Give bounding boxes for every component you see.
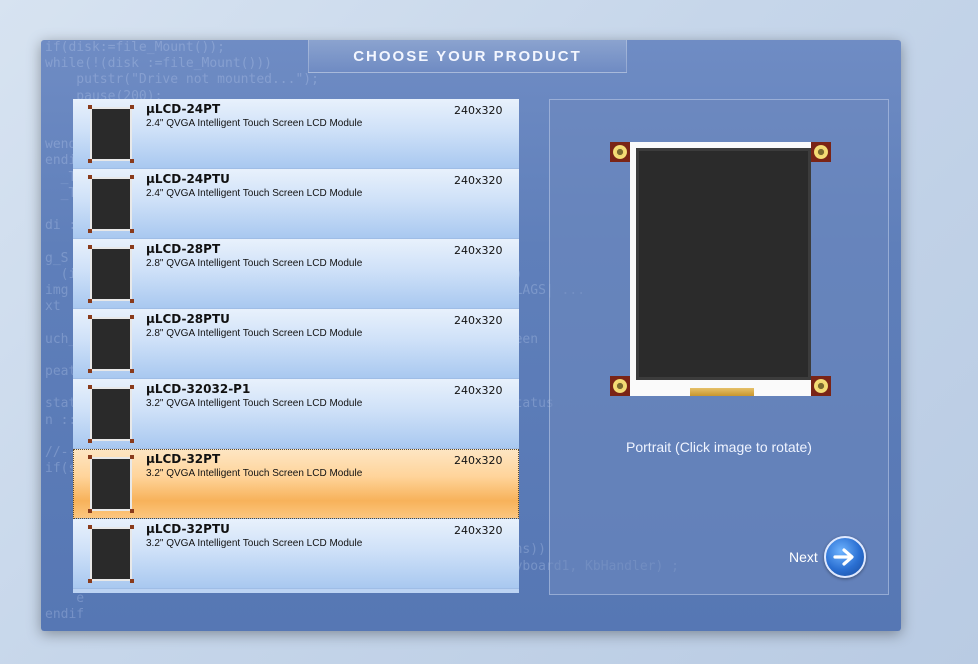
product-description: 2.8" QVGA Intelligent Touch Screen LCD M… xyxy=(146,258,363,269)
mounting-hole-icon xyxy=(610,142,630,162)
mounting-hole-icon xyxy=(811,142,831,162)
product-description: 2.4" QVGA Intelligent Touch Screen LCD M… xyxy=(146,118,363,129)
product-thumbnail xyxy=(88,455,134,513)
next-label: Next xyxy=(789,549,818,565)
product-description: 3.2" QVGA Intelligent Touch Screen LCD M… xyxy=(146,538,363,549)
product-row[interactable]: µLCD-24PTU 2.4" QVGA Intelligent Touch Sc… xyxy=(73,169,519,239)
product-row[interactable]: µLCD-32PTU 3.2" QVGA Intelligent Touch Sc… xyxy=(73,519,519,589)
lcd-screen xyxy=(636,148,811,380)
mounting-hole-icon xyxy=(610,376,630,396)
product-resolution: 240x320 xyxy=(454,314,503,327)
product-name: µLCD-32PTU xyxy=(146,522,230,536)
product-resolution: 240x320 xyxy=(454,454,503,467)
product-thumbnail xyxy=(88,175,134,233)
product-name: µLCD-32PT xyxy=(146,452,221,466)
page-title: CHOOSE YOUR PRODUCT xyxy=(353,47,582,65)
product-description: 3.2" QVGA Intelligent Touch Screen LCD M… xyxy=(146,398,363,409)
product-name: µLCD-24PTU xyxy=(146,172,230,186)
product-row[interactable]: µLCD-32PT 3.2" QVGA Intelligent Touch Scr… xyxy=(73,449,519,519)
product-thumbnail xyxy=(88,105,134,163)
arrow-right-icon xyxy=(823,536,866,578)
product-resolution: 240x320 xyxy=(454,384,503,397)
product-description: 2.4" QVGA Intelligent Touch Screen LCD M… xyxy=(146,188,363,199)
product-row[interactable]: µLCD-28PTU 2.8" QVGA Intelligent Touch Sc… xyxy=(73,309,519,379)
product-name: µLCD-28PTU xyxy=(146,312,230,326)
product-resolution: 240x320 xyxy=(454,174,503,187)
next-button[interactable]: Next xyxy=(789,536,866,578)
product-row[interactable]: µLCD-24PT 2.4" QVGA Intelligent Touch Scr… xyxy=(73,99,519,169)
product-name: µLCD-32032-P1 xyxy=(146,382,251,396)
product-thumbnail xyxy=(88,245,134,303)
product-description: 2.8" QVGA Intelligent Touch Screen LCD M… xyxy=(146,328,363,339)
product-thumbnail xyxy=(88,315,134,373)
lcd-preview-image[interactable] xyxy=(610,138,831,400)
product-row[interactable]: µLCD-32032-P1 3.2" QVGA Intelligent Touch… xyxy=(73,379,519,449)
product-chooser-dialog: if(disk:=file_Mount()); while(!(disk :=f… xyxy=(41,40,901,631)
product-description: 3.2" QVGA Intelligent Touch Screen LCD M… xyxy=(146,468,363,479)
product-resolution: 240x320 xyxy=(454,104,503,117)
product-name: µLCD-24PT xyxy=(146,102,221,116)
product-list[interactable]: µLCD-24PT 2.4" QVGA Intelligent Touch Scr… xyxy=(73,99,519,593)
product-resolution: 240x320 xyxy=(454,524,503,537)
preview-panel: Portrait (Click image to rotate) Next xyxy=(549,99,889,595)
orientation-label: Portrait (Click image to rotate) xyxy=(626,439,812,455)
header-tab: CHOOSE YOUR PRODUCT xyxy=(308,40,627,73)
mounting-hole-icon xyxy=(811,376,831,396)
lcd-connector xyxy=(690,388,754,396)
product-thumbnail xyxy=(88,525,134,583)
product-name: µLCD-28PT xyxy=(146,242,221,256)
product-resolution: 240x320 xyxy=(454,244,503,257)
product-thumbnail xyxy=(88,385,134,443)
product-row[interactable]: µLCD-28PT 2.8" QVGA Intelligent Touch Scr… xyxy=(73,239,519,309)
